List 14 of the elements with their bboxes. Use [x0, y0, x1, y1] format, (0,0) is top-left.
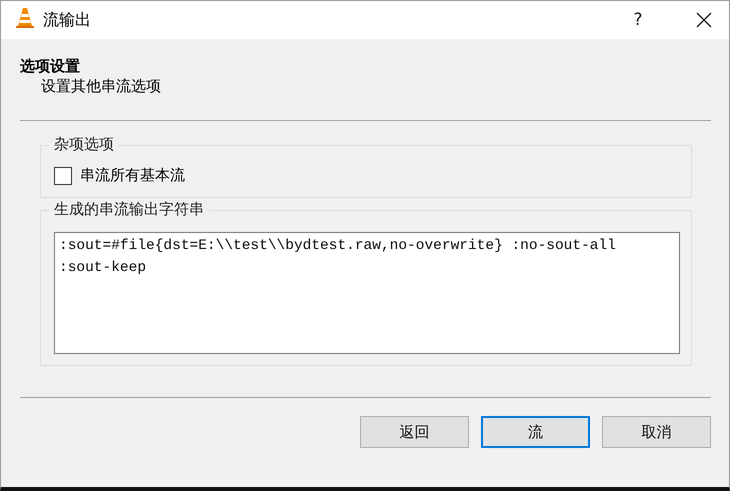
- checkbox-label: 串流所有基本流: [80, 166, 185, 185]
- traffic-cone-icon: [15, 7, 35, 29]
- window-title: 流输出: [43, 10, 92, 30]
- checkbox[interactable]: [54, 166, 72, 184]
- group-title: 生成的串流输出字符串: [49, 200, 209, 219]
- section-title: 选项设置: [20, 57, 81, 76]
- section-subtitle: 设置其他串流选项: [40, 77, 162, 96]
- dialog-button[interactable]: 取消: [602, 416, 711, 448]
- output-text-field[interactable]: :sout=#file{dst=E:\\test\\bydtest.raw,no-overwrite} :no-sout-all :sout-keep: [54, 232, 680, 354]
- close-icon[interactable]: [696, 12, 712, 28]
- dialog-button[interactable]: 流: [481, 416, 590, 448]
- help-button[interactable]: ?: [615, 10, 661, 30]
- group-title: 杂项选项: [49, 135, 119, 154]
- dialog-button[interactable]: 返回: [360, 416, 469, 448]
